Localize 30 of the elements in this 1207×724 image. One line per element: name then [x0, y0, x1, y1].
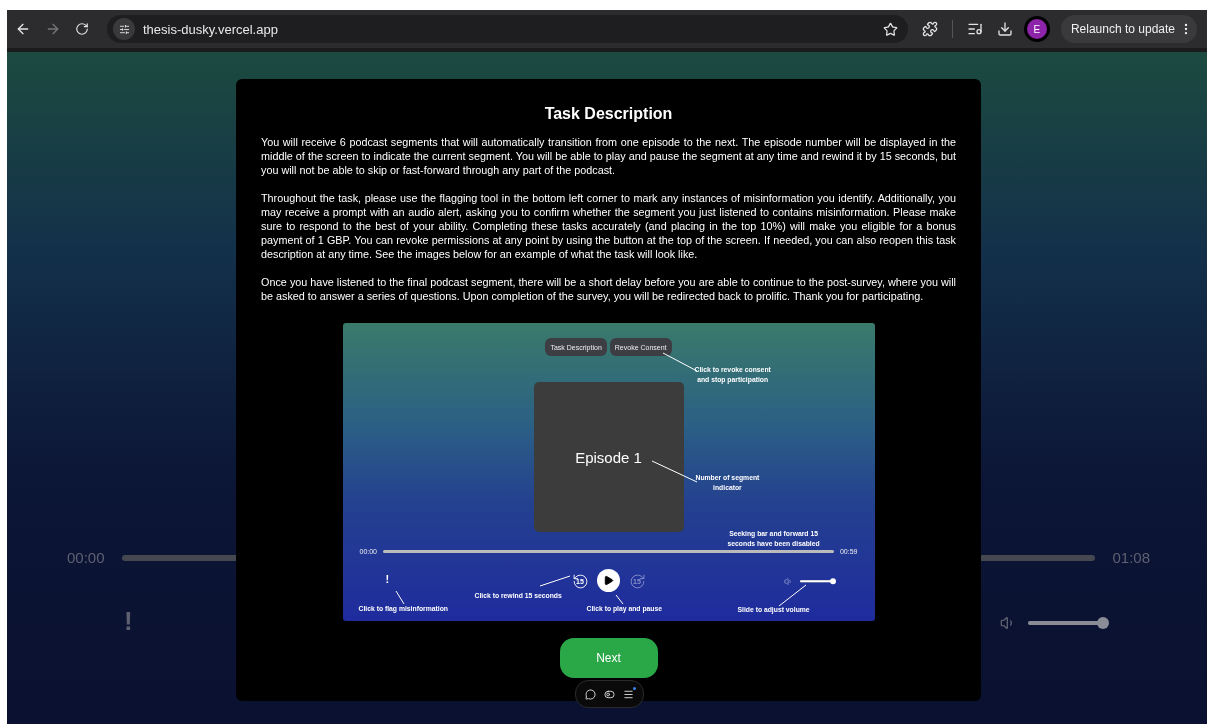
menu-icon[interactable] — [623, 688, 634, 700]
download-icon[interactable] — [996, 21, 1013, 37]
address-bar[interactable]: thesis-dusky.vercel.app — [107, 15, 908, 43]
leader-line — [539, 575, 570, 587]
comment-icon[interactable] — [585, 688, 596, 700]
star-icon[interactable] — [882, 21, 898, 37]
dialog-title: Task Description — [544, 105, 673, 123]
url-text: thesis-dusky.vercel.app — [143, 21, 279, 37]
episode-label: Episode 1 — [575, 448, 642, 466]
reload-icon[interactable] — [75, 22, 89, 36]
toggle-icon[interactable] — [604, 688, 615, 700]
instruction-paragraph: Once you have listened to the final podcast segment, there will be a short delay before you are able to continue to the post-survey, where you will be asked to answer a series of questions. Upon completion of the survey, you will be redirected back to prolific. Thank you for participating. — [261, 275, 956, 303]
relaunch-button[interactable]: Relaunch to update — [1060, 15, 1197, 43]
leader-line — [615, 594, 623, 605]
play-button[interactable] — [596, 569, 620, 592]
flag-symbol[interactable]: ! — [385, 573, 390, 585]
leader-line — [395, 590, 404, 605]
volume-icon — [783, 577, 793, 586]
leader-line — [651, 460, 697, 483]
elapsed-time: 00:00 — [67, 549, 105, 566]
profile-avatar[interactable]: E — [1026, 19, 1047, 39]
back-icon[interactable] — [15, 21, 31, 37]
play-icon — [602, 575, 614, 586]
instruction-paragraph: You will receive 6 podcast segments that will automatically transition from one episode to the next. The episode number will be displayed in the middle of the screen to indicate the current segment. You will be able to play and pause the segment at any time and rewind it by 15 seconds, but you will not be able to skip or fast-forward through any part of the podcast. — [261, 135, 956, 177]
media-list-icon[interactable] — [966, 21, 983, 37]
leader-line — [778, 584, 806, 607]
total-time: 01:08 — [1112, 549, 1150, 566]
instruction-paragraph: Throughout the task, please use the flagging tool in the bottom left corner to mark any instances of misinformation you identify. Additionally, you may receive a prompt with an audio alert, asking you to confirm whether the segment you just listened to contains misinformation. Please make sure to respond to the best of your ability. Completing these tasks accurately (and placing in the top 10%) will make you eligible for a bonus payment of 1 GBP. You can revoke permissions at any point by using the button at the top of the screen. If needed, you can also reopen this task description at any time. See the images below for an example of what the task will look like. — [261, 191, 956, 261]
site-settings-icon[interactable] — [113, 18, 135, 40]
puzzle-icon[interactable] — [921, 21, 938, 37]
